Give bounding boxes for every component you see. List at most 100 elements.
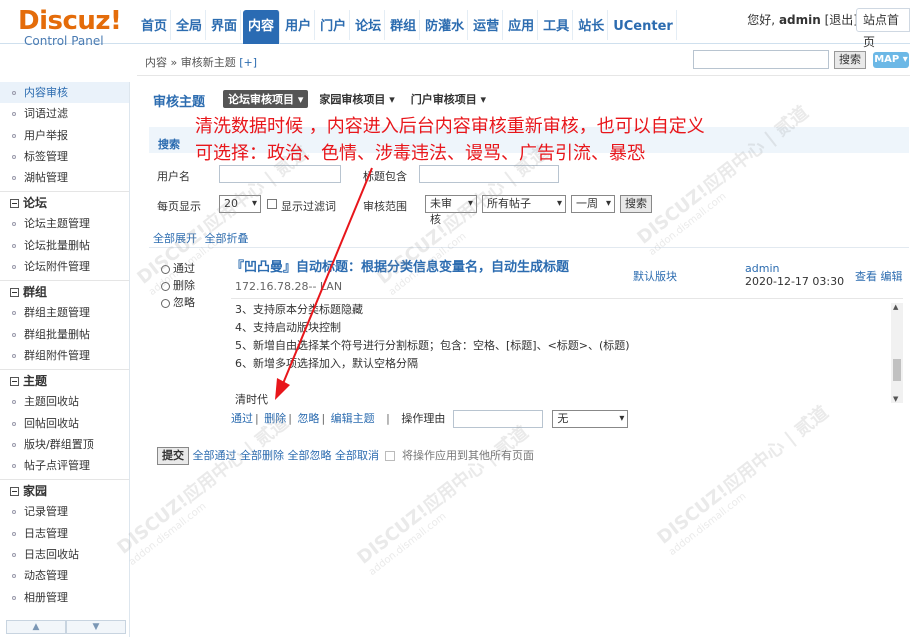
cancel-all-link[interactable]: 全部取消 (335, 449, 379, 462)
nav-apps[interactable]: 应用 (505, 10, 539, 40)
sidebar-group-group[interactable]: 群组 (0, 280, 129, 302)
sidebar-item-tags[interactable]: 标签管理 (0, 146, 129, 167)
add-shortcut-link[interactable]: [+] (239, 56, 257, 69)
discuz-logo[interactable]: Discuz! Control Panel (18, 8, 122, 48)
sidebar-item-records[interactable]: 记录管理 (0, 501, 129, 522)
bullet-icon (12, 400, 16, 405)
entry-content[interactable]: 3、支持原本分类标题隐藏 4、支持启动版块控制 5、新增自由选择某个符号进行分割… (231, 298, 903, 406)
title-input[interactable] (419, 165, 559, 183)
breadcrumb-path: 内容 » 审核新主题 (145, 56, 236, 69)
content-scrollbar[interactable]: ▲ ▼ (891, 303, 903, 403)
ignore-all-link[interactable]: 全部忽略 (288, 449, 332, 462)
bullet-icon (12, 311, 16, 316)
scope-period-select[interactable]: 一周 (571, 195, 615, 213)
search-button[interactable]: 搜索 (620, 195, 652, 213)
nav-group[interactable]: 群组 (387, 10, 421, 40)
sidebar-item-content-review[interactable]: 内容审核 (0, 82, 129, 104)
bullet-icon (12, 265, 16, 270)
sidebar-item-forum-threads[interactable]: 论坛主题管理 (0, 213, 129, 234)
scroll-up-icon[interactable]: ▲ (6, 620, 66, 634)
bullet-icon (12, 574, 16, 579)
nav-antispam[interactable]: 防灌水 (422, 10, 469, 40)
delete-all-link[interactable]: 全部删除 (240, 449, 284, 462)
content-line: 3、支持原本分类标题隐藏 (235, 303, 363, 316)
nav-tools[interactable]: 工具 (540, 10, 574, 40)
tab-home-review[interactable]: 家园审核项目 ▾ (314, 90, 399, 108)
sidebar-item-group-threads[interactable]: 群组主题管理 (0, 302, 129, 323)
entry-title-link[interactable]: 『凹凸曼』自动标题：根据分类信息变量名，自动生成标题 (231, 256, 569, 275)
sidebar-group-topic[interactable]: 主题 (0, 369, 129, 391)
sidebar-item-flood-posts[interactable]: 湖帖管理 (0, 167, 129, 188)
expand-all-link[interactable]: 全部展开 (153, 232, 197, 245)
sidebar-item-word-filter[interactable]: 词语过滤 (0, 103, 129, 124)
delete-link[interactable]: 删除 (264, 412, 286, 425)
sidebar-item-feeds[interactable]: 动态管理 (0, 565, 129, 586)
sidebar-item-blogs[interactable]: 日志管理 (0, 523, 129, 544)
entry-extra-text: 清时代 (235, 393, 268, 406)
sidebar-group-forum[interactable]: 论坛 (0, 191, 129, 213)
sidebar-item-user-report[interactable]: 用户举报 (0, 125, 129, 146)
entry-forum-link[interactable]: 默认版块 (633, 268, 677, 284)
reason-input[interactable] (452, 410, 543, 428)
scroll-down-icon[interactable]: ▼ (66, 620, 126, 634)
entry-author-link[interactable]: admin (745, 262, 779, 275)
nav-ucenter[interactable]: UCenter (610, 10, 677, 40)
sidebar-item-group-attachments[interactable]: 群组附件管理 (0, 345, 129, 366)
scroll-down-arrow-icon[interactable]: ▼ (893, 395, 898, 403)
sidebar-item-sticky[interactable]: 版块/群组置顶 (0, 434, 129, 455)
nav-global[interactable]: 全局 (173, 10, 207, 40)
site-home-button[interactable]: 站点首页 (856, 8, 910, 49)
username: admin (778, 13, 821, 27)
edit-link[interactable]: 编辑 (881, 270, 903, 283)
reason-select[interactable]: 无 (552, 410, 629, 428)
sidebar-item-post-comments[interactable]: 帖子点评管理 (0, 455, 129, 476)
pass-link[interactable]: 通过 (231, 412, 253, 425)
sidebar-item-reply-recycle[interactable]: 回帖回收站 (0, 413, 129, 434)
logout-link[interactable]: [退出] (825, 13, 858, 27)
top-search-button[interactable]: 搜索 (834, 51, 866, 69)
ignore-link[interactable]: 忽略 (297, 412, 319, 425)
collapse-all-link[interactable]: 全部折叠 (205, 232, 249, 245)
tab-portal-review[interactable]: 门户审核项目 ▾ (406, 90, 491, 108)
pass-all-link[interactable]: 全部通过 (193, 449, 237, 462)
nav-portal[interactable]: 门户 (317, 10, 351, 40)
radio-ignore[interactable]: 忽略 (161, 294, 195, 311)
map-button[interactable]: MAP ▾ (873, 52, 909, 68)
apply-all-checkbox[interactable] (384, 451, 395, 461)
sidebar-item-group-batch-delete[interactable]: 群组批量删帖 (0, 324, 129, 345)
per-page-label: 每页显示 (157, 200, 201, 213)
nav-operation[interactable]: 运营 (470, 10, 504, 40)
scrollbar-thumb[interactable] (893, 359, 901, 381)
sidebar-item-topic-recycle[interactable]: 主题回收站 (0, 391, 129, 412)
view-link[interactable]: 查看 (855, 270, 877, 283)
page-title: 审核主题 (153, 95, 206, 110)
review-entry: 通过 删除 忽略 『凹凸曼』自动标题：根据分类信息变量名，自动生成标题 172.… (149, 247, 909, 437)
sidebar-item-forum-batch-delete[interactable]: 论坛批量删帖 (0, 235, 129, 256)
tab-forum-review[interactable]: 论坛审核项目 ▾ (223, 90, 309, 108)
per-page-select[interactable]: 20 (219, 195, 261, 213)
edit-thread-link[interactable]: 编辑主题 (331, 412, 375, 425)
sidebar-group-home[interactable]: 家园 (0, 479, 129, 501)
radio-delete[interactable]: 删除 (161, 277, 195, 294)
scroll-up-arrow-icon[interactable]: ▲ (893, 303, 898, 311)
bullet-icon (12, 176, 16, 181)
top-search-input[interactable] (693, 50, 829, 69)
sidebar-item-forum-attachments[interactable]: 论坛附件管理 (0, 256, 129, 277)
nav-content[interactable]: 内容 (243, 10, 281, 44)
reason-label: 操作理由 (401, 412, 446, 425)
username-input[interactable] (219, 165, 341, 183)
sidebar-scroll-controls: ▲ ▼ (6, 620, 126, 634)
nav-forum[interactable]: 论坛 (352, 10, 386, 40)
scope-status-select[interactable]: 未审核 (425, 195, 477, 226)
entry-actions: 查看 编辑 (855, 268, 903, 284)
show-filtered-checkbox[interactable] (267, 199, 277, 209)
nav-home[interactable]: 首页 (138, 10, 172, 40)
radio-pass[interactable]: 通过 (161, 260, 195, 277)
nav-webmaster[interactable]: 站长 (575, 10, 609, 40)
sidebar-item-albums[interactable]: 相册管理 (0, 587, 129, 608)
nav-ui[interactable]: 界面 (208, 10, 242, 40)
scope-posts-select[interactable]: 所有帖子 (482, 195, 566, 213)
sidebar-item-blog-recycle[interactable]: 日志回收站 (0, 544, 129, 565)
submit-button[interactable]: 提交 (157, 447, 189, 465)
nav-user[interactable]: 用户 (282, 10, 316, 40)
